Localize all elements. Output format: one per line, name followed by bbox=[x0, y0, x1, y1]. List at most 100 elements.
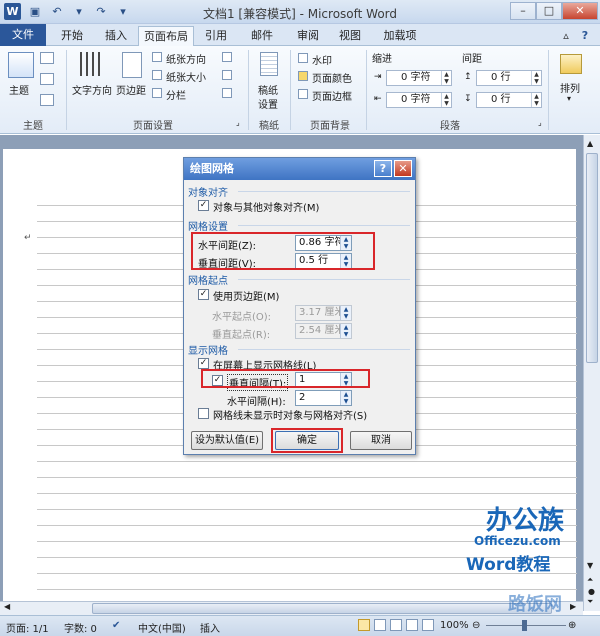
breaks-icon[interactable] bbox=[222, 52, 232, 62]
theme-fonts-icon[interactable] bbox=[40, 73, 54, 85]
zoom-level[interactable]: 100% bbox=[440, 620, 469, 631]
proofing-icon[interactable]: ✔ bbox=[112, 620, 120, 631]
spin-arrows-icon[interactable]: ▲ ▼ bbox=[340, 391, 351, 405]
minimize-ribbon-icon[interactable]: ▵ bbox=[558, 26, 574, 46]
web-layout-icon[interactable] bbox=[390, 619, 402, 631]
columns-label[interactable]: 分栏 bbox=[166, 87, 186, 102]
close-icon[interactable]: ✕ bbox=[562, 2, 598, 20]
scroll-up-icon[interactable]: ▲ bbox=[587, 139, 593, 148]
tab-references[interactable]: 引用 bbox=[196, 26, 236, 46]
page-setup-launcher-icon[interactable]: ⌟ bbox=[236, 118, 240, 127]
margins-label[interactable]: 页边距 bbox=[116, 82, 146, 97]
previous-page-icon[interactable]: ⏶ bbox=[587, 575, 593, 585]
horizontal-origin-value: 3.17 厘米 bbox=[299, 307, 345, 318]
columns-icon[interactable] bbox=[152, 88, 162, 98]
tab-review[interactable]: 审阅 bbox=[288, 26, 328, 46]
text-direction-icon[interactable] bbox=[80, 52, 104, 76]
page-border-label[interactable]: 页面边框 bbox=[312, 88, 352, 103]
tab-insert[interactable]: 插入 bbox=[96, 26, 136, 46]
vertical-scrollbar[interactable]: ▲ ▼ ⏶ ● ⏷ bbox=[583, 135, 600, 611]
indent-right-input[interactable]: 0 字符 ▲ ▼ bbox=[386, 92, 452, 108]
help-icon[interactable]: ? bbox=[374, 160, 392, 177]
scroll-right-icon[interactable]: ▶ bbox=[570, 602, 576, 611]
spin-arrows-icon[interactable]: ▲ ▼ bbox=[531, 71, 541, 85]
page-color-label[interactable]: 页面颜色 bbox=[312, 70, 352, 85]
zoom-slider-thumb[interactable] bbox=[522, 620, 527, 631]
draft-button-line1[interactable]: 稿纸 bbox=[258, 82, 278, 97]
tab-file[interactable]: 文件 bbox=[0, 24, 46, 46]
line-numbers-icon[interactable] bbox=[222, 70, 232, 80]
language[interactable]: 中文(中国) bbox=[138, 620, 186, 635]
spin-arrows-icon[interactable]: ▲ ▼ bbox=[441, 71, 451, 85]
page-size-icon[interactable] bbox=[152, 70, 162, 80]
spin-arrows-icon[interactable]: ▲ ▼ bbox=[531, 93, 541, 107]
page-color-icon[interactable] bbox=[298, 71, 308, 81]
horizontal-origin-label: 水平起点(O): bbox=[212, 312, 272, 323]
spacing-after-icon: ↧ bbox=[464, 94, 472, 104]
align-objects-label: 对象与其他对象对齐(M) bbox=[213, 203, 320, 214]
group-separator bbox=[366, 50, 367, 130]
vertical-scroll-thumb[interactable] bbox=[586, 153, 598, 363]
tab-addins[interactable]: 加载项 bbox=[376, 26, 424, 46]
group-label-page-setup: 页面设置 bbox=[133, 121, 173, 132]
group-label-draft: 稿纸 bbox=[259, 121, 279, 132]
orientation-label[interactable]: 纸张方向 bbox=[166, 51, 206, 66]
browse-object-icon[interactable]: ● bbox=[588, 587, 595, 596]
tab-view[interactable]: 视图 bbox=[330, 26, 370, 46]
tab-page-layout[interactable]: 页面布局 bbox=[138, 26, 194, 47]
minimize-icon[interactable]: – bbox=[510, 2, 536, 20]
set-default-button[interactable]: 设为默认值(E) bbox=[191, 431, 263, 450]
next-page-icon[interactable]: ⏷ bbox=[587, 597, 593, 607]
spin-arrows-icon[interactable]: ▲ ▼ bbox=[441, 93, 451, 107]
snap-when-hidden-checkbox[interactable] bbox=[198, 408, 209, 419]
draft-paper-icon[interactable] bbox=[260, 52, 278, 76]
arrange-icon[interactable] bbox=[560, 54, 582, 74]
tab-home[interactable]: 开始 bbox=[52, 26, 92, 46]
indent-left-input[interactable]: 0 字符 ▲ ▼ bbox=[386, 70, 452, 86]
horizontal-scrollbar[interactable]: ◀ ▶ bbox=[0, 601, 583, 615]
page-count[interactable]: 页面: 1/1 bbox=[6, 620, 49, 635]
theme-button-label[interactable]: 主题 bbox=[9, 82, 29, 97]
align-objects-checkbox[interactable]: ✓ bbox=[198, 200, 209, 211]
page-size-label[interactable]: 纸张大小 bbox=[166, 69, 206, 84]
tab-mailings[interactable]: 邮件 bbox=[242, 26, 282, 46]
theme-effects-icon[interactable] bbox=[40, 94, 54, 106]
insert-mode[interactable]: 插入 bbox=[200, 620, 220, 635]
word-count[interactable]: 字数: 0 bbox=[64, 620, 97, 635]
arrange-dropdown-icon[interactable]: ▾ bbox=[567, 94, 571, 103]
vertical-origin-input: 2.54 厘米 ▲ ▼ bbox=[295, 323, 352, 339]
arrange-label[interactable]: 排列 bbox=[560, 80, 580, 95]
watermark-label[interactable]: 水印 bbox=[312, 52, 332, 67]
paragraph-launcher-icon[interactable]: ⌟ bbox=[538, 118, 542, 127]
outline-icon[interactable] bbox=[406, 619, 418, 631]
cancel-button[interactable]: 取消 bbox=[350, 431, 412, 450]
theme-colors-icon[interactable] bbox=[40, 52, 54, 64]
section-grid-settings: 网格设置 bbox=[188, 222, 228, 233]
full-screen-reading-icon[interactable] bbox=[374, 619, 386, 631]
spacing-after-input[interactable]: 0 行 ▲ ▼ bbox=[476, 92, 542, 108]
print-layout-icon[interactable] bbox=[358, 619, 370, 631]
zoom-out-icon[interactable]: ⊖ bbox=[472, 620, 480, 631]
hyphenation-icon[interactable] bbox=[222, 88, 232, 98]
page-border-icon[interactable] bbox=[298, 89, 308, 99]
show-gridlines-checkbox[interactable]: ✓ bbox=[198, 358, 209, 369]
close-icon[interactable]: ✕ bbox=[394, 160, 412, 177]
theme-icon[interactable] bbox=[8, 52, 34, 78]
text-direction-label[interactable]: 文字方向 bbox=[72, 82, 112, 97]
horizontal-scroll-thumb[interactable] bbox=[92, 603, 552, 614]
margins-icon[interactable] bbox=[122, 52, 142, 78]
spacing-before-input[interactable]: 0 行 ▲ ▼ bbox=[476, 70, 542, 86]
orientation-icon[interactable] bbox=[152, 52, 162, 62]
scroll-left-icon[interactable]: ◀ bbox=[4, 602, 10, 611]
help-icon[interactable]: ? bbox=[576, 26, 594, 46]
watermark-brand: 办公族 bbox=[486, 506, 565, 536]
use-margins-checkbox[interactable]: ✓ bbox=[198, 289, 209, 300]
horizontal-interval-input[interactable]: 2 ▲ ▼ bbox=[295, 390, 352, 406]
zoom-in-icon[interactable]: ⊕ bbox=[568, 620, 576, 631]
maximize-icon[interactable]: □ bbox=[536, 2, 562, 20]
scroll-down-icon[interactable]: ▼ bbox=[587, 561, 593, 570]
draft-button-line2[interactable]: 设置 bbox=[258, 96, 278, 111]
draft-view-icon[interactable] bbox=[422, 619, 434, 631]
ribbon: 主题 主题 文字方向 页边距 纸张方向 纸张大小 分栏 页面设置 ⌟ 稿纸 设置… bbox=[0, 46, 600, 134]
watermark-icon[interactable] bbox=[298, 53, 308, 63]
